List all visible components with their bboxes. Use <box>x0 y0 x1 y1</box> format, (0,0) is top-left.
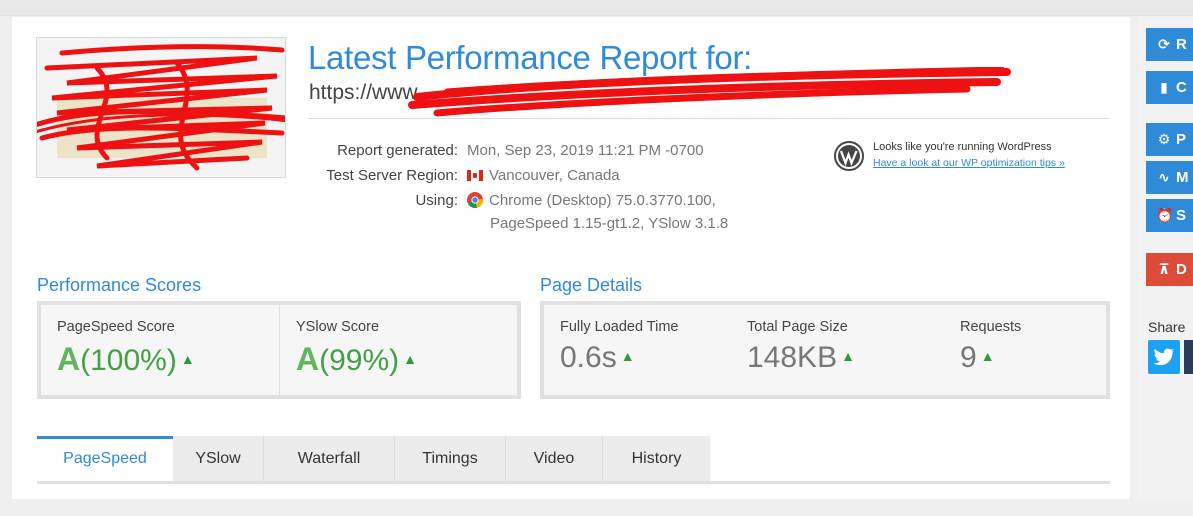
fully-loaded-time-card[interactable]: Fully Loaded Time 0.6s ▲ <box>544 305 731 395</box>
schedule-button-label: S <box>1176 207 1187 224</box>
alarm-clock-icon: ⏰ <box>1156 207 1174 223</box>
site-screenshot-thumbnail[interactable] <box>36 37 286 178</box>
using-label: Using: <box>415 192 458 209</box>
using-browser-text: Chrome (Desktop) 75.0.3770.100, <box>489 192 716 209</box>
loaded-time-text: 0.6s <box>560 341 617 374</box>
refresh-icon: ⟳ <box>1158 36 1170 52</box>
yslow-score-card[interactable]: YSlow Score A(99%) ▲ <box>280 305 517 395</box>
download-pdf-button[interactable]: ⊼ D <box>1146 253 1193 286</box>
tab-yslow[interactable]: YSlow <box>173 436 263 481</box>
compare-button-label: C <box>1176 79 1187 96</box>
pdf-icon: ⊼ <box>1158 261 1170 277</box>
compare-button[interactable]: ▮ C <box>1146 71 1193 104</box>
yslow-score-value: A(99%) ▲ <box>296 341 417 378</box>
using-value-line1: Chrome (Desktop) 75.0.3770.100, <box>467 192 716 209</box>
pagespeed-grade: A <box>57 341 81 377</box>
chrome-icon <box>467 192 483 208</box>
pagespeed-score-card[interactable]: PageSpeed Score A(100%) ▲ <box>41 305 279 395</box>
page-details-title: Page Details <box>540 275 643 295</box>
requests-card[interactable]: Requests 9 ▲ <box>944 305 1106 395</box>
share-label: Share <box>1148 319 1186 335</box>
tab-pagespeed[interactable]: PageSpeed <box>37 436 173 481</box>
report-generated-value: Mon, Sep 23, 2019 11:21 PM -0700 <box>467 142 704 159</box>
using-value-line2: PageSpeed 1.15-gt1.2, YSlow 3.1.8 <box>490 215 729 232</box>
right-sidebar: ⟳ R ▮ C ⚙ P ∿ M ⏰ S ⊼ D Share <box>1138 17 1193 499</box>
retest-button-label: R <box>1176 36 1187 53</box>
up-arrow-icon: ▲ <box>403 351 417 367</box>
test-server-region-label: Test Server Region: <box>326 167 458 184</box>
wp-optimization-tips-link[interactable]: Have a look at our WP optimization tips … <box>873 157 1065 169</box>
download-pdf-button-label: D <box>1176 261 1187 278</box>
performance-scores-box: PageSpeed Score A(100%) ▲ YSlow Score A(9… <box>37 301 521 399</box>
monitor-button[interactable]: ∿ M <box>1146 161 1193 194</box>
pagespeed-percent: (100%) <box>80 344 177 377</box>
yslow-score-label: YSlow Score <box>296 319 380 335</box>
gear-icon: ⚙ <box>1157 131 1171 147</box>
bottom-band <box>0 499 1193 516</box>
fully-loaded-time-label: Fully Loaded Time <box>560 319 679 335</box>
title-divider <box>308 118 1110 119</box>
up-arrow-icon: ▲ <box>841 348 855 364</box>
page-size-text: 148KB <box>747 341 838 374</box>
canada-flag-icon <box>467 170 483 181</box>
pulse-icon: ∿ <box>1158 169 1170 185</box>
requests-label: Requests <box>960 319 1022 335</box>
report-url[interactable]: https://www <box>309 81 418 105</box>
up-arrow-icon: ▲ <box>620 348 635 364</box>
tab-video[interactable]: Video <box>506 436 602 481</box>
report-panel: Latest Performance Report for: https://w… <box>12 17 1130 499</box>
tab-history[interactable]: History <box>603 436 710 481</box>
total-page-size-card[interactable]: Total Page Size 148KB ▲ <box>731 305 944 395</box>
up-arrow-icon: ▲ <box>980 348 995 364</box>
top-band <box>0 0 1193 16</box>
up-arrow-icon: ▲ <box>180 351 195 367</box>
settings-button[interactable]: ⚙ P <box>1146 123 1193 156</box>
report-generated-label: Report generated: <box>337 142 458 159</box>
monitor-button-label: M <box>1176 169 1189 186</box>
page-details-box: Fully Loaded Time 0.6s ▲ Total Page Size … <box>540 301 1110 399</box>
fully-loaded-time-value: 0.6s ▲ <box>560 341 635 375</box>
tab-timings[interactable]: Timings <box>395 436 505 481</box>
tab-waterfall[interactable]: Waterfall <box>264 436 394 481</box>
schedule-button[interactable]: ⏰ S <box>1146 199 1193 232</box>
facebook-share-button[interactable] <box>1184 340 1193 374</box>
test-server-region-value: Vancouver, Canada <box>467 167 620 184</box>
yslow-grade: A <box>296 341 320 377</box>
yslow-percent: (99%) <box>319 344 400 377</box>
wordpress-icon <box>834 141 864 171</box>
region-text: Vancouver, Canada <box>489 167 620 184</box>
pagespeed-score-value: A(100%) ▲ <box>57 341 195 378</box>
settings-button-label: P <box>1176 131 1187 148</box>
twitter-icon <box>1153 348 1175 366</box>
twitter-share-button[interactable] <box>1148 340 1180 374</box>
performance-scores-title: Performance Scores <box>37 275 202 295</box>
requests-text: 9 <box>960 341 977 374</box>
wordpress-notice-text: Looks like you're running WordPress <box>873 141 1052 153</box>
url-redaction-scribble <box>408 67 1011 117</box>
pagespeed-score-label: PageSpeed Score <box>57 319 175 335</box>
total-page-size-label: Total Page Size <box>747 319 848 335</box>
tabs-underline <box>37 481 1110 484</box>
copy-icon: ▮ <box>1160 79 1168 95</box>
total-page-size-value: 148KB ▲ <box>747 341 855 375</box>
requests-value: 9 ▲ <box>960 341 995 375</box>
retest-button[interactable]: ⟳ R <box>1146 28 1193 61</box>
